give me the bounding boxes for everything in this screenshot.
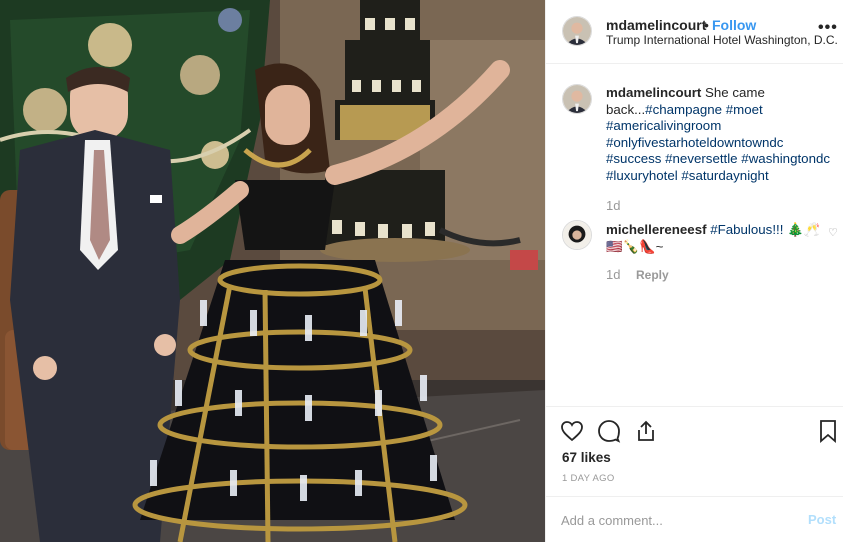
comment-input[interactable] [561, 509, 791, 531]
hashtag-link[interactable]: #Fabulous!!! [710, 222, 783, 237]
author-avatar[interactable] [562, 16, 592, 46]
hashtag-link[interactable]: #moet [726, 102, 763, 117]
reply-button[interactable]: Reply [636, 268, 669, 282]
instagram-post: mdamelincourt • Follow Trump Internation… [0, 0, 843, 542]
comment-item: michellereneesf #Fabulous!!! 🎄🥂🇺🇸🍾👠~ [606, 221, 826, 255]
post-header: mdamelincourt • Follow Trump Internation… [546, 0, 843, 64]
post-comment-button[interactable]: Post [808, 512, 836, 527]
post-caption: mdamelincourt She came back...#champagne… [606, 85, 842, 184]
hashtag-link[interactable]: #champagne [645, 102, 722, 117]
comment-timestamp[interactable]: 1d [606, 267, 620, 282]
hashtag-link[interactable]: #neversettle [665, 151, 737, 166]
hashtag-link[interactable]: #americalivingroom [606, 118, 721, 133]
profile-picture-icon [563, 85, 591, 113]
header-separator: • [704, 17, 709, 33]
commenter-username[interactable]: michellereneesf [606, 222, 707, 237]
add-comment-bar: Post [546, 496, 843, 542]
post-sidebar: mdamelincourt • Follow Trump Internation… [545, 0, 843, 542]
bookmark-icon[interactable] [816, 419, 840, 443]
caption-username[interactable]: mdamelincourt [606, 85, 701, 100]
heart-icon[interactable] [560, 419, 584, 443]
caption-author-avatar[interactable] [562, 84, 592, 114]
hashtag-link[interactable]: #saturdaynight [681, 168, 768, 183]
commenter-avatar[interactable] [562, 220, 592, 250]
hashtag-link[interactable]: #success [606, 151, 661, 166]
post-image [0, 0, 545, 542]
hashtag-link[interactable]: #luxuryhotel [606, 168, 678, 183]
hashtag-link[interactable]: #washingtondc [741, 151, 830, 166]
post-location[interactable]: Trump International Hotel Washington, D.… [606, 33, 838, 47]
post-timestamp[interactable]: 1 DAY AGO [562, 473, 615, 484]
like-count[interactable]: 67 likes [562, 450, 611, 465]
post-photo[interactable] [0, 0, 545, 542]
hashtag-link[interactable]: #onlyfivestarhoteldowntowndc [606, 135, 783, 150]
share-upload-icon[interactable] [634, 419, 658, 443]
profile-picture-icon [563, 221, 591, 249]
post-actions: 67 likes 1 DAY AGO [546, 406, 843, 496]
follow-button[interactable]: Follow [712, 17, 756, 33]
comment-bubble-icon[interactable] [597, 419, 621, 443]
caption-timestamp[interactable]: 1d [606, 198, 620, 213]
author-username[interactable]: mdamelincourt [606, 17, 706, 33]
more-options-icon[interactable]: ••• [818, 19, 838, 37]
heart-outline-icon[interactable]: ♡ [828, 226, 838, 239]
profile-picture-icon [563, 17, 591, 45]
comments-section: mdamelincourt She came back...#champagne… [546, 64, 843, 406]
